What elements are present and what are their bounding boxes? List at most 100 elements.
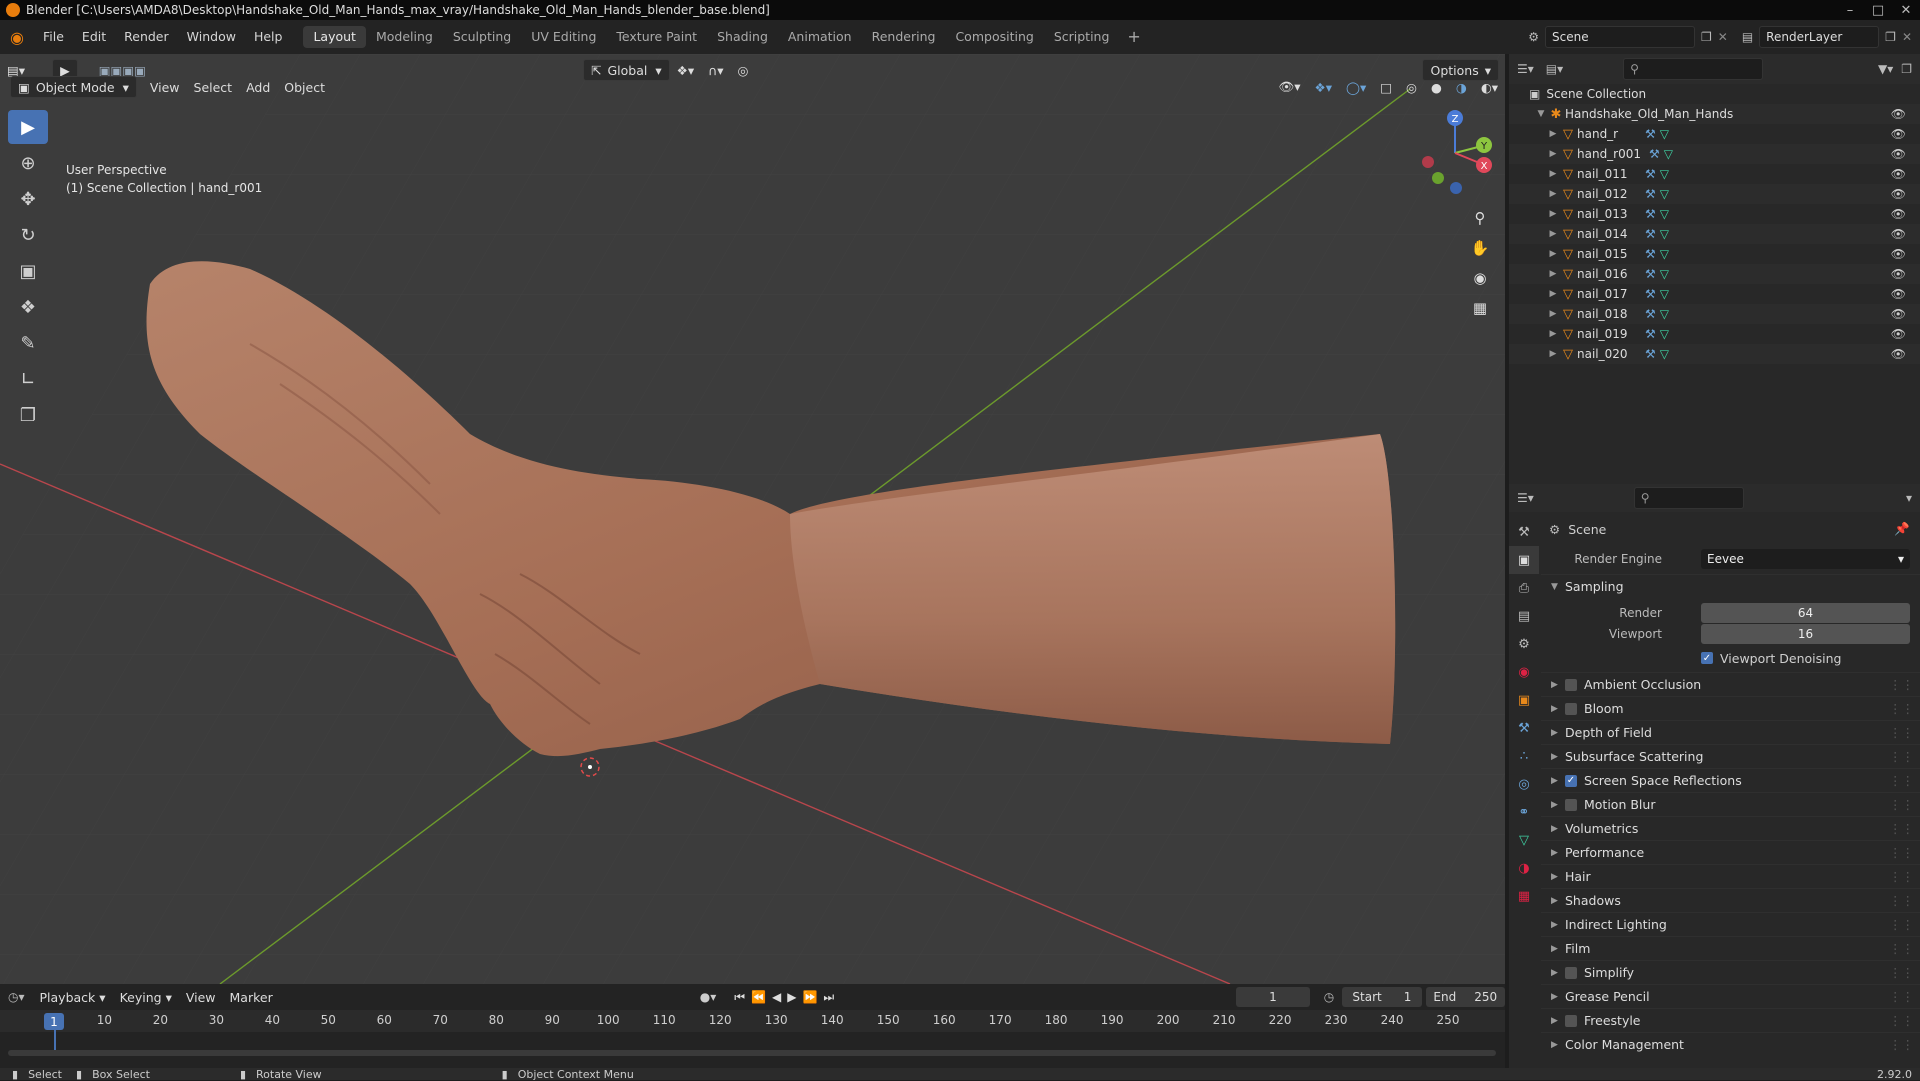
- modifier-icon[interactable]: ⚒: [1645, 347, 1656, 361]
- panel-header[interactable]: ▶ Ambient Occlusion ⋮⋮: [1541, 672, 1920, 696]
- mesh-data-icon[interactable]: ▽: [1660, 127, 1669, 141]
- jump-end-icon[interactable]: ⏭: [823, 990, 834, 1005]
- scene-collection-row[interactable]: ▣ Scene Collection: [1509, 84, 1920, 104]
- visibility-icon[interactable]: 👁▾: [1271, 76, 1307, 98]
- drag-handle-icon[interactable]: ⋮⋮: [1889, 725, 1914, 740]
- measure-tool-icon[interactable]: ∟: [8, 362, 48, 396]
- mesh-data-icon[interactable]: ▽: [1660, 347, 1669, 361]
- modifier-icon[interactable]: ⚒: [1645, 247, 1656, 261]
- render-engine-dropdown[interactable]: Eevee ▾: [1701, 549, 1910, 569]
- material-tab-icon[interactable]: ◑: [1509, 854, 1539, 882]
- scene-icon[interactable]: ⚙: [1528, 30, 1539, 44]
- ortho-grid-icon[interactable]: ▦: [1466, 294, 1494, 322]
- menu-edit[interactable]: Edit: [73, 20, 115, 54]
- rendered-shading-icon[interactable]: ◐▾: [1474, 76, 1505, 98]
- next-keyframe-icon[interactable]: ⏩: [802, 990, 817, 1004]
- panel-header[interactable]: ▶ Motion Blur ⋮⋮: [1541, 792, 1920, 816]
- modifier-tab-icon[interactable]: ⚒: [1509, 714, 1539, 742]
- visibility-eye-icon[interactable]: 👁: [1891, 207, 1906, 221]
- modifier-icon[interactable]: ⚒: [1645, 307, 1656, 321]
- annotate-tool-icon[interactable]: ✎: [8, 326, 48, 360]
- mesh-data-icon[interactable]: ▽: [1660, 187, 1669, 201]
- panel-header[interactable]: ▶ Volumetrics ⋮⋮: [1541, 816, 1920, 840]
- mesh-data-icon[interactable]: ▽: [1660, 207, 1669, 221]
- collection-row[interactable]: ▼ ✱ Handshake_Old_Man_Hands 👁: [1509, 104, 1920, 124]
- scene-tab-icon[interactable]: ⚙: [1509, 630, 1539, 658]
- mesh-data-icon[interactable]: ▽: [1660, 327, 1669, 341]
- scale-tool-icon[interactable]: ▣: [8, 254, 48, 288]
- panel-header[interactable]: ▶ Simplify ⋮⋮: [1541, 960, 1920, 984]
- drag-handle-icon[interactable]: ⋮⋮: [1889, 917, 1914, 932]
- modifier-icon[interactable]: ⚒: [1645, 207, 1656, 221]
- view-layer-tab-icon[interactable]: ▤: [1509, 602, 1539, 630]
- modifier-icon[interactable]: ⚒: [1645, 127, 1656, 141]
- mesh-data-icon[interactable]: ▽: [1660, 247, 1669, 261]
- drag-handle-icon[interactable]: ⋮⋮: [1889, 701, 1914, 716]
- outliner-item[interactable]: ▶ ▽ hand_r001 ⚒ ▽ 👁: [1509, 144, 1920, 164]
- playback-menu[interactable]: Playback ▾: [33, 986, 113, 1008]
- frame-ruler[interactable]: 1 11020304050607080901001101201301401501…: [0, 1010, 1505, 1032]
- visibility-eye-icon[interactable]: 👁: [1891, 187, 1906, 201]
- timeline-editor-icon[interactable]: ◷▾: [8, 990, 25, 1004]
- drag-handle-icon[interactable]: ⋮⋮: [1889, 677, 1914, 692]
- drag-handle-icon[interactable]: ⋮⋮: [1889, 869, 1914, 884]
- panel-enable-checkbox[interactable]: [1565, 1014, 1577, 1027]
- 3d-viewport[interactable]: ▤▾ ▶ ▣▣▣▣ ⇱ Global ▾ ❖▾ ∩▾ ◎ Options ▾ ▣ Obj…: [0, 54, 1505, 984]
- panel-enable-checkbox[interactable]: [1565, 702, 1577, 715]
- display-mode-icon[interactable]: ▤▾: [1546, 62, 1563, 76]
- panel-header[interactable]: ▶ Grease Pencil ⋮⋮: [1541, 984, 1920, 1008]
- close-icon[interactable]: ✕: [1892, 0, 1920, 20]
- visibility-eye-icon[interactable]: 👁: [1891, 147, 1906, 161]
- data-tab-icon[interactable]: ▽: [1509, 826, 1539, 854]
- zoom-icon[interactable]: ⚲: [1466, 204, 1494, 232]
- outliner-item[interactable]: ▶ ▽ nail_011 ⚒ ▽ 👁: [1509, 164, 1920, 184]
- expand-icon[interactable]: ▶: [1547, 129, 1559, 139]
- view-layer-field[interactable]: RenderLayer: [1759, 26, 1880, 48]
- mesh-data-icon[interactable]: ▽: [1660, 167, 1669, 181]
- menu-window[interactable]: Window: [178, 20, 245, 54]
- expand-icon[interactable]: ▶: [1547, 249, 1559, 259]
- visibility-eye-icon[interactable]: 👁: [1891, 267, 1906, 281]
- view-layer-icon[interactable]: ▤: [1742, 30, 1753, 44]
- panel-header[interactable]: ▶ Bloom ⋮⋮: [1541, 696, 1920, 720]
- panel-header[interactable]: ▶ Shadows ⋮⋮: [1541, 888, 1920, 912]
- navigation-gizmo[interactable]: Z Y X: [1410, 108, 1500, 198]
- outliner-editor-icon[interactable]: ☰▾: [1517, 62, 1534, 76]
- expand-icon[interactable]: ▶: [1547, 269, 1559, 279]
- select-box-tool-icon[interactable]: ▶: [8, 110, 48, 144]
- play-reverse-icon[interactable]: ◀: [772, 990, 781, 1004]
- panel-header[interactable]: ▶ Performance ⋮⋮: [1541, 840, 1920, 864]
- tab-sculpting[interactable]: Sculpting: [443, 26, 521, 48]
- minimize-icon[interactable]: –: [1836, 0, 1864, 20]
- material-shading-icon[interactable]: ◑: [1449, 76, 1474, 98]
- modifier-icon[interactable]: ⚒: [1645, 187, 1656, 201]
- modifier-icon[interactable]: ⚒: [1645, 327, 1656, 341]
- tab-shading[interactable]: Shading: [707, 26, 778, 48]
- new-scene-icon[interactable]: ❐: [1701, 30, 1712, 44]
- expand-icon[interactable]: ▶: [1547, 289, 1559, 299]
- solid-shading-icon[interactable]: ●: [1424, 76, 1449, 98]
- menu-object[interactable]: Object: [277, 76, 332, 98]
- drag-handle-icon[interactable]: ⋮⋮: [1889, 797, 1914, 812]
- visibility-eye-icon[interactable]: 👁: [1891, 247, 1906, 261]
- expand-icon[interactable]: ▶: [1547, 329, 1559, 339]
- playhead[interactable]: 1: [44, 1013, 64, 1030]
- drag-handle-icon[interactable]: ⋮⋮: [1889, 965, 1914, 980]
- tool-tab-icon[interactable]: ⚒: [1509, 518, 1539, 546]
- physics-tab-icon[interactable]: ◎: [1509, 770, 1539, 798]
- modifier-icon[interactable]: ⚒: [1649, 147, 1660, 161]
- mesh-data-icon[interactable]: ▽: [1660, 227, 1669, 241]
- expand-icon[interactable]: ▶: [1547, 169, 1559, 179]
- outliner-item[interactable]: ▶ ▽ nail_019 ⚒ ▽ 👁: [1509, 324, 1920, 344]
- mesh-data-icon[interactable]: ▽: [1660, 267, 1669, 281]
- menu-view[interactable]: View: [143, 76, 187, 98]
- drag-handle-icon[interactable]: ⋮⋮: [1889, 749, 1914, 764]
- panel-header[interactable]: ▶ Freestyle ⋮⋮: [1541, 1008, 1920, 1032]
- expand-icon[interactable]: ▶: [1547, 309, 1559, 319]
- menu-add[interactable]: Add: [239, 76, 277, 98]
- viewport-denoising-checkbox[interactable]: ✓: [1701, 652, 1713, 664]
- end-frame-field[interactable]: End 250: [1425, 987, 1505, 1007]
- panel-header[interactable]: ▶ Subsurface Scattering ⋮⋮: [1541, 744, 1920, 768]
- outliner-item[interactable]: ▶ ▽ nail_016 ⚒ ▽ 👁: [1509, 264, 1920, 284]
- add-cube-tool-icon[interactable]: ❐: [8, 398, 48, 432]
